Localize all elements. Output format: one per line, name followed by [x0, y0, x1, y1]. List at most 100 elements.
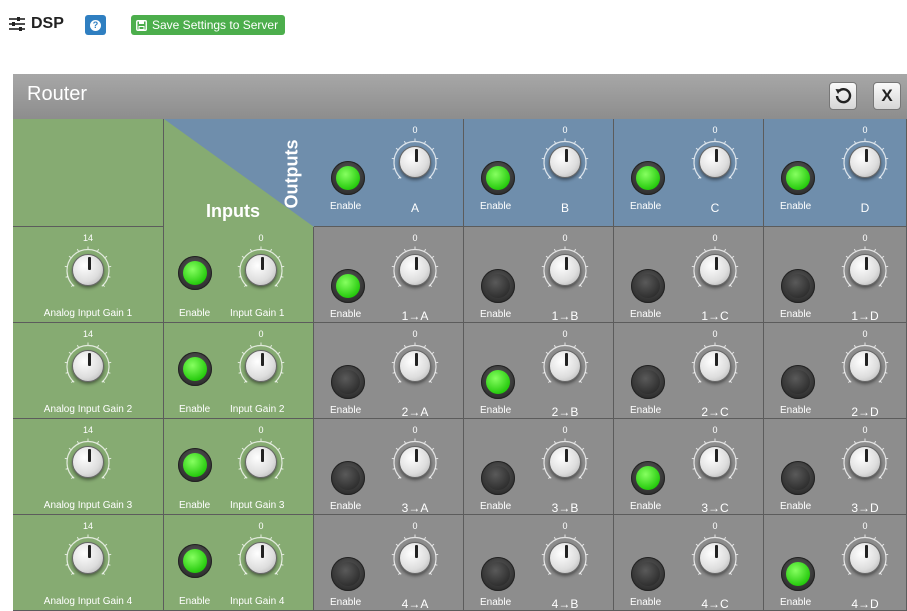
gain-value: 0 — [862, 125, 868, 135]
route-gain-knob-2-d[interactable] — [840, 341, 890, 391]
route-gain-knob-4-d[interactable] — [840, 533, 890, 583]
inputs-label: Inputs — [206, 201, 260, 221]
knob-pointer — [864, 449, 868, 462]
route-gain-knob-1-c[interactable] — [690, 245, 740, 295]
route-enable-led-2-d[interactable] — [781, 365, 815, 399]
input-gain-knob-3[interactable] — [236, 437, 286, 487]
route-gain-knob-4-a[interactable] — [390, 533, 440, 583]
analog-input-gain-knob-2[interactable] — [63, 341, 113, 391]
analog-gain-value: 14 — [82, 329, 93, 339]
output-enable-led-c[interactable] — [631, 161, 665, 195]
knob-pointer — [714, 257, 718, 270]
analog-input-gain-knob-3[interactable] — [63, 437, 113, 487]
route-enable-led-3-c[interactable] — [631, 461, 665, 495]
output-cell-d: Enable 0 D — [764, 119, 907, 227]
route-cell-2-a: Enable 0 2→A — [314, 323, 464, 419]
route-gain-knob-3-b[interactable] — [540, 437, 590, 487]
knob-pointer — [414, 545, 418, 558]
save-settings-button[interactable]: Save Settings to Server — [131, 15, 286, 35]
route-enable-led-1-d[interactable] — [781, 269, 815, 303]
enable-label: Enable — [630, 309, 662, 320]
route-gain-knob-4-b[interactable] — [540, 533, 590, 583]
route-gain-knob-4-c[interactable] — [690, 533, 740, 583]
input-cell-1: Enable 0 Input Gain 1 — [164, 227, 314, 323]
input-enable-led-3[interactable] — [178, 448, 212, 482]
knob-face — [699, 350, 731, 382]
route-enable-led-4-b[interactable] — [481, 557, 515, 591]
analog-input-label: Analog Input Gain 4 — [43, 596, 133, 607]
knob-pointer — [564, 257, 568, 270]
route-gain-knob-2-a[interactable] — [390, 341, 440, 391]
output-enable-led-b[interactable] — [481, 161, 515, 195]
route-gain-knob-2-b[interactable] — [540, 341, 590, 391]
knob-pointer — [714, 545, 718, 558]
route-gain-knob-1-a[interactable] — [390, 245, 440, 295]
knob-face — [245, 446, 277, 478]
knob-face — [549, 146, 581, 178]
gain-value: 0 — [562, 233, 568, 243]
route-enable-led-3-a[interactable] — [331, 461, 365, 495]
output-gain-knob-d[interactable] — [840, 137, 890, 187]
channel-label: 1→D — [851, 309, 879, 323]
help-button[interactable]: ? — [85, 15, 106, 35]
input-enable-led-2[interactable] — [178, 352, 212, 386]
inputs-outputs-corner: Inputs Outputs — [164, 119, 314, 227]
top-bar: DSP ? Save Settings to Server — [0, 0, 907, 70]
route-enable-led-3-d[interactable] — [781, 461, 815, 495]
output-gain-knob-a[interactable] — [390, 137, 440, 187]
led-lamp — [183, 453, 207, 477]
close-button[interactable]: X — [873, 82, 901, 110]
output-gain-knob-c[interactable] — [690, 137, 740, 187]
knob-pointer — [414, 449, 418, 462]
led-lamp — [336, 466, 360, 490]
knob-pointer — [260, 257, 264, 270]
led-lamp — [486, 166, 510, 190]
gain-value: 0 — [862, 329, 868, 339]
output-enable-led-d[interactable] — [781, 161, 815, 195]
output-cell-c: Enable 0 C — [614, 119, 764, 227]
channel-label: 2→A — [401, 405, 429, 419]
channel-label: 1→B — [551, 309, 579, 323]
route-cell-2-c: Enable 0 2→C — [614, 323, 764, 419]
route-enable-led-4-c[interactable] — [631, 557, 665, 591]
route-gain-knob-1-d[interactable] — [840, 245, 890, 295]
input-enable-led-1[interactable] — [178, 256, 212, 290]
route-cell-3-c: Enable 0 3→C — [614, 419, 764, 515]
input-gain-label: Input Gain 3 — [230, 500, 285, 511]
analog-input-gain-knob-1[interactable] — [63, 245, 113, 295]
enable-label: Enable — [480, 597, 512, 608]
input-enable-led-4[interactable] — [178, 544, 212, 578]
route-enable-led-3-b[interactable] — [481, 461, 515, 495]
reset-button[interactable] — [829, 82, 857, 110]
route-gain-knob-1-b[interactable] — [540, 245, 590, 295]
route-gain-knob-2-c[interactable] — [690, 341, 740, 391]
gain-value: 0 — [562, 521, 568, 531]
route-enable-led-2-c[interactable] — [631, 365, 665, 399]
analog-input-gain-knob-4[interactable] — [63, 533, 113, 583]
route-enable-led-1-a[interactable] — [331, 269, 365, 303]
gain-value: 0 — [562, 329, 568, 339]
route-gain-knob-3-c[interactable] — [690, 437, 740, 487]
led-lamp — [636, 562, 660, 586]
input-gain-knob-1[interactable] — [236, 245, 286, 295]
knob-pointer — [260, 449, 264, 462]
output-enable-led-a[interactable] — [331, 161, 365, 195]
input-gain-label: Input Gain 2 — [230, 404, 285, 415]
route-gain-knob-3-d[interactable] — [840, 437, 890, 487]
input-gain-knob-2[interactable] — [236, 341, 286, 391]
enable-label: Enable — [179, 596, 211, 607]
route-enable-led-1-b[interactable] — [481, 269, 515, 303]
route-enable-led-4-a[interactable] — [331, 557, 365, 591]
knob-pointer — [87, 545, 91, 558]
gain-value: 0 — [412, 233, 418, 243]
route-enable-led-1-c[interactable] — [631, 269, 665, 303]
route-gain-knob-3-a[interactable] — [390, 437, 440, 487]
route-enable-led-2-b[interactable] — [481, 365, 515, 399]
route-enable-led-4-d[interactable] — [781, 557, 815, 591]
input-gain-value: 0 — [258, 329, 264, 339]
gain-value: 0 — [712, 125, 718, 135]
output-gain-knob-b[interactable] — [540, 137, 590, 187]
input-gain-knob-4[interactable] — [236, 533, 286, 583]
enable-label: Enable — [480, 405, 512, 416]
route-enable-led-2-a[interactable] — [331, 365, 365, 399]
